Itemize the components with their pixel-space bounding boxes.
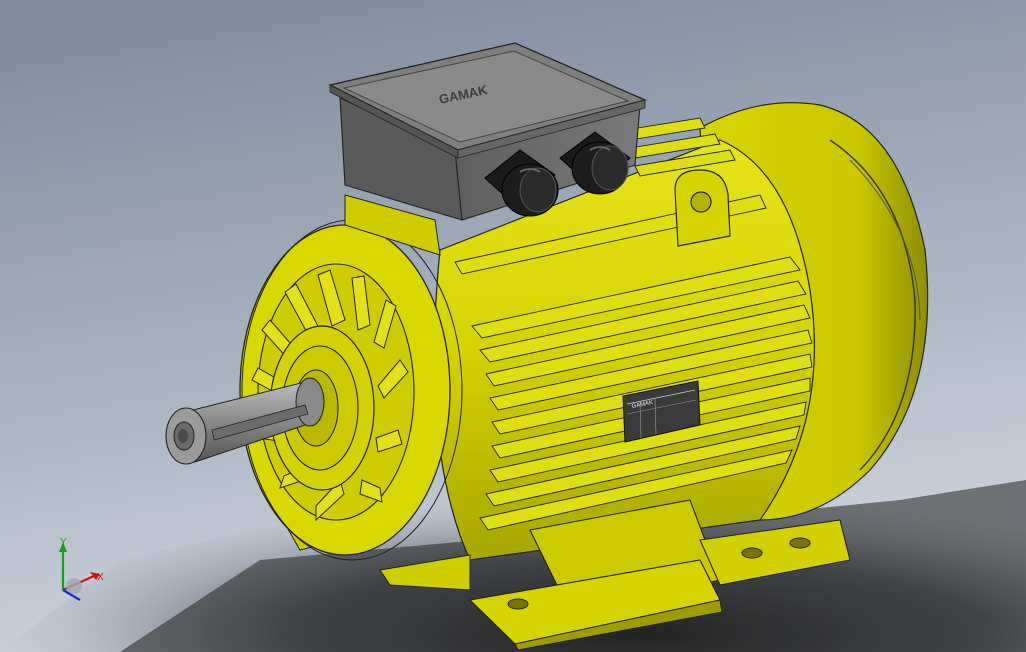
lifting-eye (674, 169, 731, 247)
x-axis-label: X (97, 572, 104, 583)
y-axis-label: Y (60, 537, 67, 548)
cad-viewport[interactable]: GAMAK GAMAK Y X (0, 0, 1026, 652)
